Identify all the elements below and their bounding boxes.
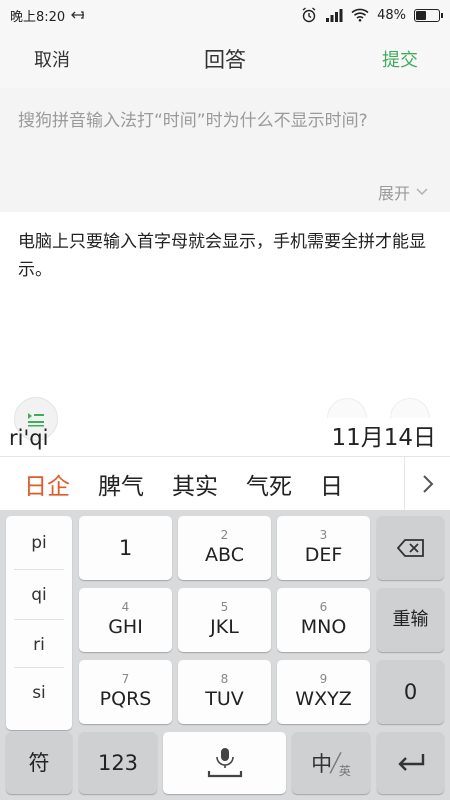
wifi-icon xyxy=(351,8,369,22)
backspace-icon xyxy=(396,539,424,557)
key-number: 5 xyxy=(220,600,229,614)
pinyin-option[interactable]: si xyxy=(6,670,72,716)
key-1[interactable]: 1 xyxy=(79,516,172,580)
divider xyxy=(14,667,64,668)
composition-bar: ri'qi 11月14日 xyxy=(0,408,450,456)
status-right: 48% xyxy=(301,7,443,23)
key-label: DEF xyxy=(304,544,343,566)
enter-icon xyxy=(397,754,424,771)
alarm-icon xyxy=(301,7,317,23)
candidate-item[interactable]: 日 xyxy=(320,467,357,501)
submit-button[interactable]: 提交 xyxy=(382,46,418,72)
key-label: PQRS xyxy=(99,688,152,710)
key-number: 9 xyxy=(319,672,328,686)
reinput-key[interactable]: 重输 xyxy=(377,588,444,652)
key-label: MNO xyxy=(300,616,347,638)
battery-fill xyxy=(416,10,427,20)
pinyin-option[interactable]: ri xyxy=(6,622,72,668)
key-label: 123 xyxy=(97,751,139,775)
key-label: ABC xyxy=(205,544,244,566)
chinese-english-toggle[interactable]: 中 ╱ 英 xyxy=(292,732,370,794)
symbol-key[interactable]: 符 xyxy=(6,732,72,794)
key-number: 2 xyxy=(220,528,229,542)
enter-key[interactable] xyxy=(377,732,444,794)
key-3[interactable]: 3 DEF xyxy=(277,516,370,580)
usb-icon xyxy=(71,10,85,20)
candidate-bar: 日企 脾气 其实 气死 日 xyxy=(0,456,450,511)
battery-percent: 48% xyxy=(377,7,406,23)
key-6[interactable]: 6 MNO xyxy=(277,588,370,652)
expand-button[interactable]: 展开 xyxy=(378,180,428,204)
microphone-icon xyxy=(207,748,242,778)
pinyin-option[interactable]: pi xyxy=(6,520,72,566)
header: 取消 回答 提交 xyxy=(0,30,450,88)
chevron-down-icon xyxy=(416,188,428,196)
divider xyxy=(14,619,64,620)
chevron-right-icon xyxy=(422,474,433,493)
pinyin-option[interactable]: qi xyxy=(6,572,72,618)
key-5[interactable]: 5 JKL xyxy=(178,588,271,652)
cancel-button[interactable]: 取消 xyxy=(34,46,70,72)
divider xyxy=(14,569,64,570)
candidate-item[interactable]: 气死 xyxy=(246,467,320,501)
answer-text[interactable]: 电脑上只要输入首字母就会显示，手机需要全拼才能显示。 xyxy=(18,228,438,284)
candidate-item[interactable]: 其实 xyxy=(172,467,246,501)
key-label: TUV xyxy=(205,688,244,710)
key-number: 7 xyxy=(121,672,130,686)
backspace-key[interactable] xyxy=(377,516,444,580)
key-0[interactable]: 0 xyxy=(377,660,444,724)
pinyin-options-panel: pi qi ri si xyxy=(6,516,72,730)
key-label: GHI xyxy=(108,616,143,638)
candidate-item[interactable]: 脾气 xyxy=(98,467,172,501)
status-time: 晚上8:20 xyxy=(10,9,66,25)
signal-icon xyxy=(325,8,343,22)
key-label: WXYZ xyxy=(295,688,352,710)
key-9[interactable]: 9 WXYZ xyxy=(277,660,370,724)
key-8[interactable]: 8 TUV xyxy=(178,660,271,724)
key-number: 6 xyxy=(319,600,328,614)
candidate-preview[interactable]: 11月14日 xyxy=(327,418,440,452)
pinyin-input: ri'qi xyxy=(9,426,49,450)
keyboard: pi qi ri si 1 2 ABC 3 DEF 4 GHI 5 JKL 6 … xyxy=(0,510,450,800)
key-label: 符 xyxy=(28,751,50,775)
expand-label: 展开 xyxy=(377,184,410,203)
key-2[interactable]: 2 ABC xyxy=(178,516,271,580)
question-panel: 搜狗拼音输入法打“时间”时为什么不显示时间? 展开 xyxy=(0,88,450,212)
key-number: 3 xyxy=(319,528,328,542)
candidate-list: 日企 脾气 其实 气死 日 xyxy=(0,467,404,501)
key-7[interactable]: 7 PQRS xyxy=(79,660,172,724)
key-label: 中 xyxy=(311,752,333,776)
key-label: JKL xyxy=(210,616,239,638)
key-label: 重输 xyxy=(392,609,429,630)
number-switch-key[interactable]: 123 xyxy=(79,732,157,794)
question-text: 搜狗拼音输入法打“时间”时为什么不显示时间? xyxy=(18,111,368,131)
candidate-item[interactable]: 日企 xyxy=(0,467,98,501)
status-bar: 晚上8:20 48% xyxy=(0,0,450,30)
key-label: 0 xyxy=(403,680,418,704)
key-label: 英 xyxy=(338,763,351,778)
key-4[interactable]: 4 GHI xyxy=(79,588,172,652)
status-left: 晚上8:20 xyxy=(10,6,85,25)
battery-icon xyxy=(414,8,443,22)
key-number: 4 xyxy=(121,600,130,614)
key-number: 8 xyxy=(220,672,229,686)
key-label: 1 xyxy=(118,536,133,560)
space-voice-key[interactable] xyxy=(163,732,286,794)
more-candidates-button[interactable] xyxy=(404,456,450,511)
answer-editor[interactable]: 电脑上只要输入首字母就会显示，手机需要全拼才能显示。 xyxy=(0,212,450,405)
